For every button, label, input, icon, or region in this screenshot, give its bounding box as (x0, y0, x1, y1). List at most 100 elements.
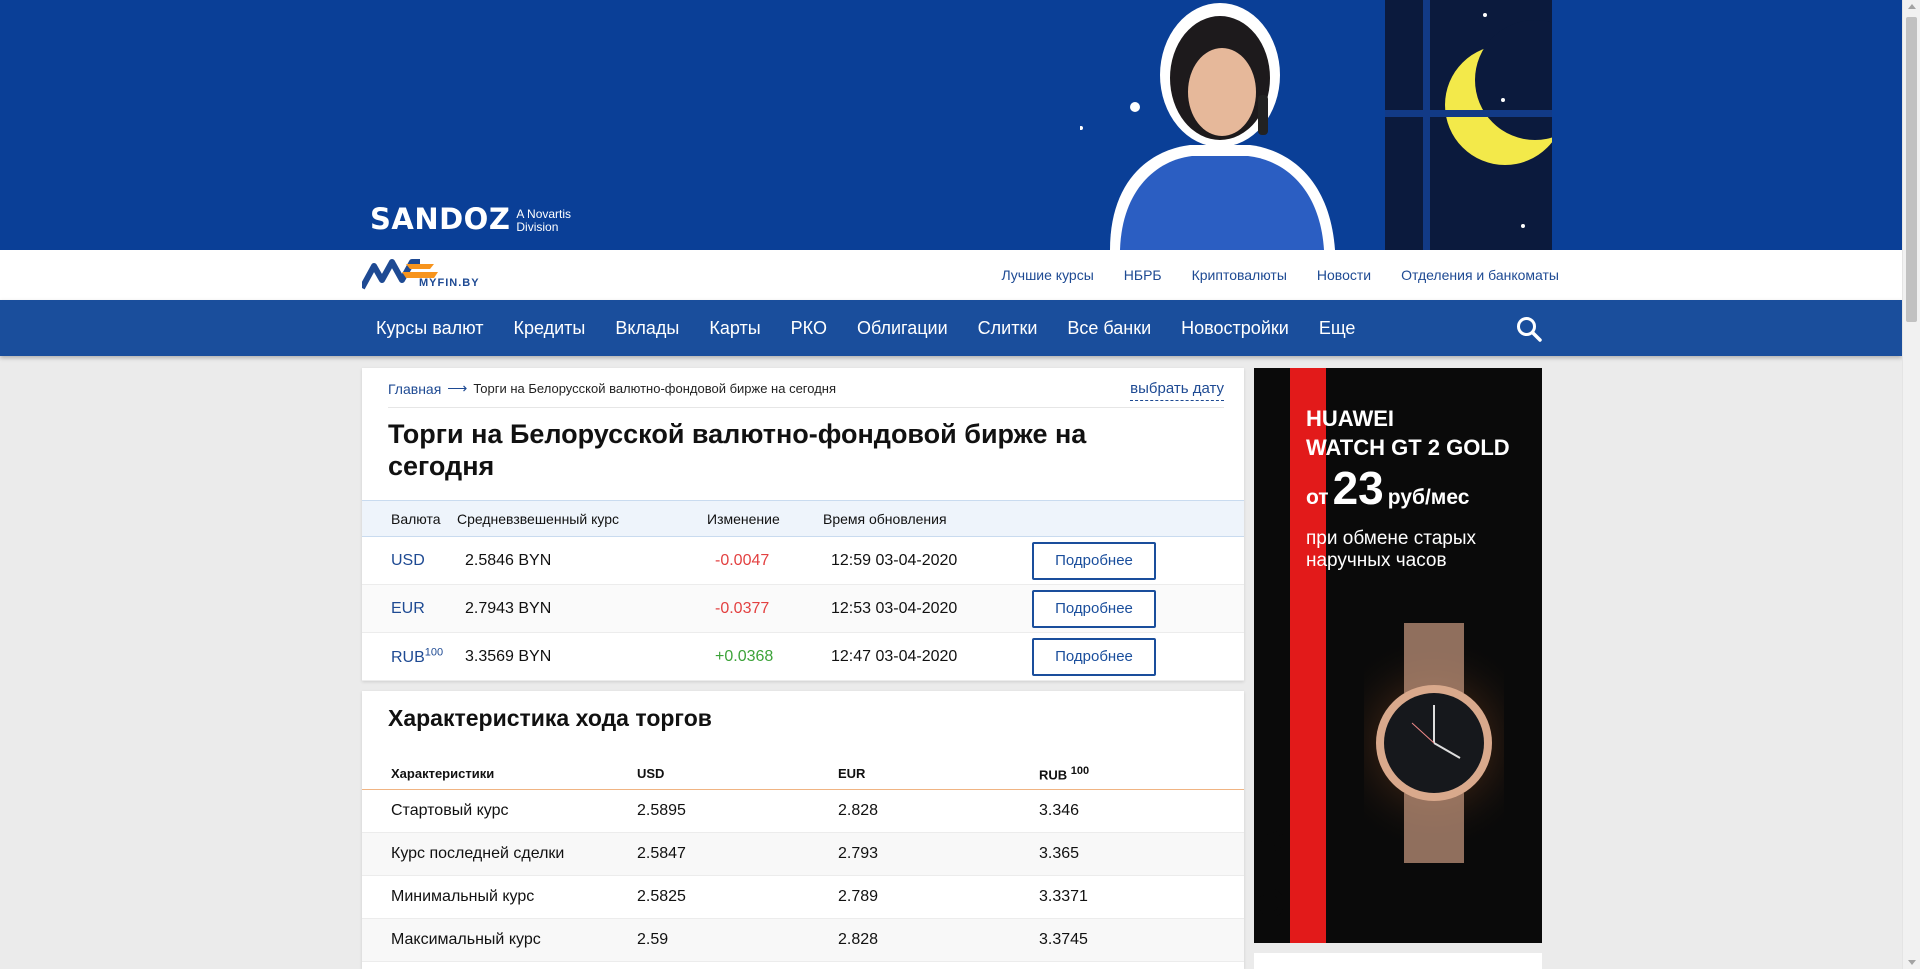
night-window (1385, 0, 1595, 250)
trading-row: Максимальный курс 2.59 2.828 3.3745 (362, 918, 1244, 962)
mts-logo: МТС (1254, 823, 1292, 919)
ad-illustration (1080, 0, 1595, 250)
search-icon[interactable] (1516, 316, 1542, 342)
breadcrumb: Главная ⟶ Торги на Белорусской валютно-ф… (388, 380, 836, 397)
ad-text: HUAWEI WATCH GT 2 GOLD от 23 руб/мес при… (1306, 404, 1510, 572)
page-scrollbar[interactable] (1902, 0, 1920, 969)
ad-price-prefix: от (1306, 486, 1329, 509)
sandoz-sub-line1: A Novartis (516, 207, 572, 221)
ad-price: от 23 руб/мес (1306, 464, 1510, 512)
top-link-branches[interactable]: Отделения и банкоматы (1401, 267, 1559, 283)
eur-value: 2.828 (838, 789, 1039, 833)
details-button[interactable]: Подробнее (1032, 589, 1156, 628)
nav-deposits[interactable]: Вклады (615, 318, 679, 339)
nav-cards[interactable]: Карты (709, 318, 760, 339)
characteristic-label: Минимальный курс (362, 875, 637, 919)
trading-card: Характеристика хода торгов Характеристик… (362, 691, 1244, 969)
details-button[interactable]: Подробнее (1032, 637, 1156, 676)
avg-rate: 3.3569 BYN (457, 632, 707, 681)
col-update-time: Время обновления (823, 500, 1032, 537)
nav-ingots[interactable]: Слитки (978, 318, 1038, 339)
currency-denomination: 100 (424, 646, 444, 659)
update-time: 12:47 03-04-2020 (823, 632, 1032, 681)
rates-row-usd: USD 2.5846 BYN -0.0047 12:59 03-04-2020 … (362, 536, 1244, 585)
nav-bonds[interactable]: Облигации (857, 318, 948, 339)
usd-value: 2.5895 (637, 789, 838, 833)
trading-header-row: Характеристики USD EUR RUB 100 (362, 759, 1244, 790)
breadcrumb-current: Торги на Белорусской валютно-фондовой би… (473, 381, 837, 396)
top-links: Лучшие курсы НБРБ Криптовалюты Новости О… (1001, 267, 1559, 283)
choose-date-link[interactable]: выбрать дату (1130, 380, 1224, 401)
side-ad-banner[interactable]: HUAWEI WATCH GT 2 GOLD от 23 руб/мес при… (1254, 368, 1542, 943)
rate-change: -0.0377 (707, 584, 823, 633)
sandoz-brand: SANDOZ (370, 202, 511, 236)
eur-value: 2.789 (838, 875, 1039, 919)
top-link-news[interactable]: Новости (1317, 267, 1371, 283)
ad-price-value: 23 (1332, 462, 1384, 514)
main-nav: Курсы валют Кредиты Вклады Карты РКО Обл… (0, 300, 1902, 356)
rates-card: Главная ⟶ Торги на Белорусской валютно-ф… (362, 368, 1244, 681)
col-avg-rate: Средневзвешенный курс (457, 500, 707, 537)
breadcrumb-home[interactable]: Главная (388, 381, 441, 397)
breadcrumb-arrow-icon: ⟶ (447, 380, 468, 396)
top-link-crypto[interactable]: Криптовалюты (1192, 267, 1287, 283)
scroll-thumb[interactable] (1906, 17, 1917, 322)
nav-credits[interactable]: Кредиты (513, 318, 585, 339)
update-time: 12:59 03-04-2020 (823, 536, 1032, 585)
nav-new-buildings[interactable]: Новостройки (1181, 318, 1289, 339)
rub-value: 3.365 (1039, 832, 1244, 876)
sandoz-sub-line2: Division (516, 220, 559, 234)
col-change: Изменение (707, 500, 823, 537)
nav-all-banks[interactable]: Все банки (1067, 318, 1151, 339)
rate-change: -0.0047 (707, 536, 823, 585)
rate-change: +0.0368 (707, 632, 823, 681)
trading-title: Характеристика хода торгов (388, 705, 712, 731)
rates-header-row: Валюта Средневзвешенный курс Изменение В… (362, 500, 1244, 537)
ad-product-line1: HUAWEI (1306, 406, 1394, 431)
rub-value: 3.3745 (1039, 918, 1244, 962)
trading-row: Курс последней сделки 2.5847 2.793 3.365 (362, 832, 1244, 876)
watch-icon (1324, 623, 1542, 868)
ad-product-line2: WATCH GT 2 GOLD (1306, 435, 1510, 460)
nav-more[interactable]: Еще (1319, 318, 1356, 339)
ad-note: при обмене старых наручных часов (1306, 528, 1510, 572)
sub-header (0, 250, 1902, 300)
usd-value: 2.59 (637, 918, 838, 962)
rub-value: 3.3371 (1039, 875, 1244, 919)
update-time: 12:53 03-04-2020 (823, 584, 1032, 633)
col-usd: USD (637, 759, 838, 790)
usd-value: 2.5847 (637, 832, 838, 876)
avg-rate: 2.7943 BYN (457, 584, 707, 633)
page-title: Торги на Белорусской валютно-фондовой би… (388, 419, 1087, 481)
scroll-down-arrow-icon[interactable] (1908, 960, 1916, 965)
top-link-nbrb[interactable]: НБРБ (1124, 267, 1162, 283)
top-link-best-rates[interactable]: Лучшие курсы (1001, 267, 1093, 283)
col-rub-denomination: 100 (1070, 765, 1090, 778)
nav-rko[interactable]: РКО (791, 318, 827, 339)
rates-table: Валюта Средневзвешенный курс Изменение В… (362, 500, 1244, 681)
ad-note-line1: при обмене старых (1306, 528, 1477, 549)
currency-code-text: RUB (391, 648, 425, 666)
myfin-logo-text: MYFIN.BY (419, 277, 480, 289)
woman-illustration (1080, 3, 1335, 250)
avg-rate: 2.5846 BYN (457, 536, 707, 585)
eur-value: 2.828 (838, 918, 1039, 962)
col-rub: RUB 100 (1039, 759, 1244, 790)
top-ad-banner[interactable]: SANDOZ A Novartis Division (0, 0, 1902, 250)
rates-row-rub: RUB100 3.3569 BYN +0.0368 12:47 03-04-20… (362, 632, 1244, 681)
details-button[interactable]: Подробнее (1032, 541, 1156, 580)
trading-row: Стартовый курс 2.5895 2.828 3.346 (362, 789, 1244, 833)
characteristic-label: Максимальный курс (362, 918, 637, 962)
currency-code[interactable]: RUB100 (391, 646, 444, 666)
col-eur: EUR (838, 759, 1039, 790)
nav-currency-rates[interactable]: Курсы валют (376, 318, 483, 339)
col-rub-label: RUB (1039, 767, 1068, 783)
currency-code[interactable]: USD (391, 552, 425, 569)
characteristic-label: Стартовый курс (362, 789, 637, 833)
ad-note-line2: наручных часов (1306, 550, 1447, 571)
trading-table: Характеристики USD EUR RUB 100 Стартовый… (362, 759, 1244, 962)
scroll-up-arrow-icon[interactable] (1908, 4, 1916, 9)
sandoz-logo: SANDOZ A Novartis Division (370, 205, 571, 234)
col-characteristic: Характеристики (362, 759, 637, 790)
currency-code[interactable]: EUR (391, 600, 425, 617)
